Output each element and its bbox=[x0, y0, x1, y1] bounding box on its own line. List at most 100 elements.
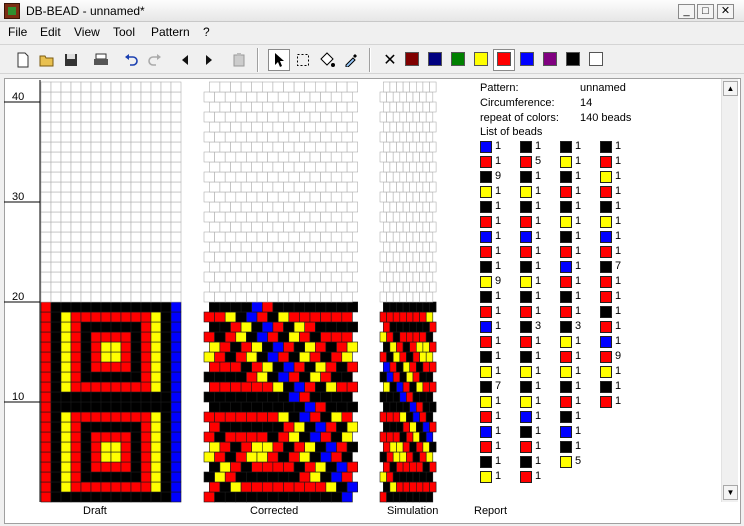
draft-bead bbox=[140, 261, 152, 273]
draft-bead bbox=[130, 141, 142, 153]
bead-count: 1 bbox=[535, 140, 542, 152]
simulation-bead bbox=[406, 131, 414, 143]
bead-count: 1 bbox=[535, 275, 542, 287]
draft-bead bbox=[160, 401, 172, 413]
simulation-bead bbox=[382, 201, 391, 213]
draft-bead bbox=[100, 421, 112, 433]
draft-bead bbox=[140, 131, 152, 143]
bead-count: 1 bbox=[615, 245, 622, 257]
corrected-bead bbox=[283, 461, 295, 473]
bead-count: 1 bbox=[495, 155, 502, 167]
corrected-bead bbox=[214, 151, 226, 163]
corrected-bead bbox=[256, 271, 268, 283]
draft-bead bbox=[120, 211, 132, 223]
corrected-bead bbox=[251, 461, 263, 473]
corrected-bead bbox=[341, 271, 353, 283]
corrected-bead bbox=[240, 401, 253, 413]
bead-color-chip bbox=[480, 276, 492, 288]
bead-color-chip bbox=[560, 141, 572, 153]
draft-bead bbox=[80, 211, 92, 223]
simulation-bead bbox=[392, 311, 401, 323]
simulation-bead bbox=[419, 191, 427, 203]
corrected-bead bbox=[293, 161, 306, 173]
bead-count: 1 bbox=[495, 200, 502, 212]
draft-bead bbox=[50, 361, 62, 373]
draft-bead bbox=[120, 131, 132, 143]
corrected-bead bbox=[267, 331, 279, 343]
corrected-bead bbox=[304, 301, 316, 313]
bead-color-chip bbox=[480, 141, 492, 153]
corrected-grid[interactable] bbox=[203, 81, 359, 503]
corrected-bead bbox=[288, 211, 300, 223]
simulation-bead bbox=[382, 341, 391, 353]
draft-bead bbox=[90, 251, 102, 263]
draft-bead bbox=[60, 391, 72, 403]
simulation-bead bbox=[425, 131, 434, 143]
bead-count: 9 bbox=[495, 170, 502, 182]
simulation-bead bbox=[389, 441, 397, 453]
bead-color-chip bbox=[520, 201, 532, 213]
draft-bead bbox=[140, 381, 152, 393]
corrected-bead bbox=[283, 361, 295, 373]
draft-bead bbox=[170, 121, 182, 133]
draft-bead bbox=[60, 341, 72, 353]
corrected-bead bbox=[224, 111, 237, 123]
simulation-bead bbox=[422, 401, 430, 413]
draft-bead bbox=[160, 371, 172, 383]
bead-color-chip bbox=[520, 141, 532, 153]
corrected-bead bbox=[209, 381, 221, 393]
corrected-bead bbox=[283, 121, 295, 133]
simulation-bead bbox=[409, 81, 417, 93]
draft-bead bbox=[90, 141, 102, 153]
simulation-bead bbox=[402, 281, 411, 293]
simulation-bead bbox=[425, 411, 434, 423]
bead-color-chip bbox=[600, 351, 612, 363]
corrected-bead bbox=[267, 131, 279, 143]
draft-bead bbox=[70, 311, 82, 323]
bead-color-chip bbox=[520, 456, 532, 468]
simulation-bead bbox=[382, 481, 391, 493]
corrected-bead bbox=[325, 181, 337, 193]
draft-bead bbox=[60, 431, 72, 443]
corrected-bead bbox=[304, 481, 316, 493]
corrected-bead bbox=[304, 181, 316, 193]
draft-bead bbox=[90, 341, 102, 353]
corrected-bead bbox=[219, 241, 231, 253]
simulation-bead bbox=[429, 141, 437, 153]
scroll-down-arrow[interactable]: ▼ bbox=[723, 485, 738, 500]
corrected-bead bbox=[304, 421, 316, 433]
corrected-bead bbox=[214, 231, 226, 243]
bead-count: 1 bbox=[495, 470, 502, 482]
draft-bead bbox=[120, 261, 132, 273]
bead-color-chip bbox=[520, 321, 532, 333]
corrected-bead bbox=[224, 451, 237, 463]
corrected-bead bbox=[203, 351, 215, 363]
draft-bead bbox=[140, 471, 152, 483]
simulation-bead bbox=[415, 161, 424, 173]
vertical-scrollbar[interactable]: ▲ ▼ bbox=[721, 79, 738, 502]
draft-bead bbox=[170, 91, 182, 103]
draft-bead bbox=[110, 81, 122, 93]
draft-bead bbox=[80, 241, 92, 253]
simulation-bead bbox=[402, 181, 411, 193]
simulation-bead bbox=[389, 81, 397, 93]
draft-grid[interactable] bbox=[40, 81, 182, 503]
simulation-bead bbox=[402, 401, 411, 413]
draft-bead bbox=[70, 191, 82, 203]
draft-bead bbox=[170, 381, 182, 393]
simulation-bead bbox=[399, 471, 407, 483]
bead-count: 1 bbox=[495, 335, 502, 347]
corrected-bead bbox=[320, 191, 332, 203]
scroll-up-arrow[interactable]: ▲ bbox=[723, 81, 738, 96]
draft-bead bbox=[170, 271, 182, 283]
corrected-bead bbox=[214, 251, 226, 263]
draft-bead bbox=[130, 171, 142, 183]
corrected-bead bbox=[230, 241, 242, 253]
simulation-bead bbox=[386, 291, 394, 303]
bead-color-chip bbox=[480, 351, 492, 363]
pattern-canvas[interactable]: 40302010 bbox=[0, 0, 744, 526]
draft-bead bbox=[60, 241, 72, 253]
draft-bead bbox=[60, 291, 72, 303]
corrected-bead bbox=[288, 451, 300, 463]
draft-bead bbox=[70, 361, 82, 373]
